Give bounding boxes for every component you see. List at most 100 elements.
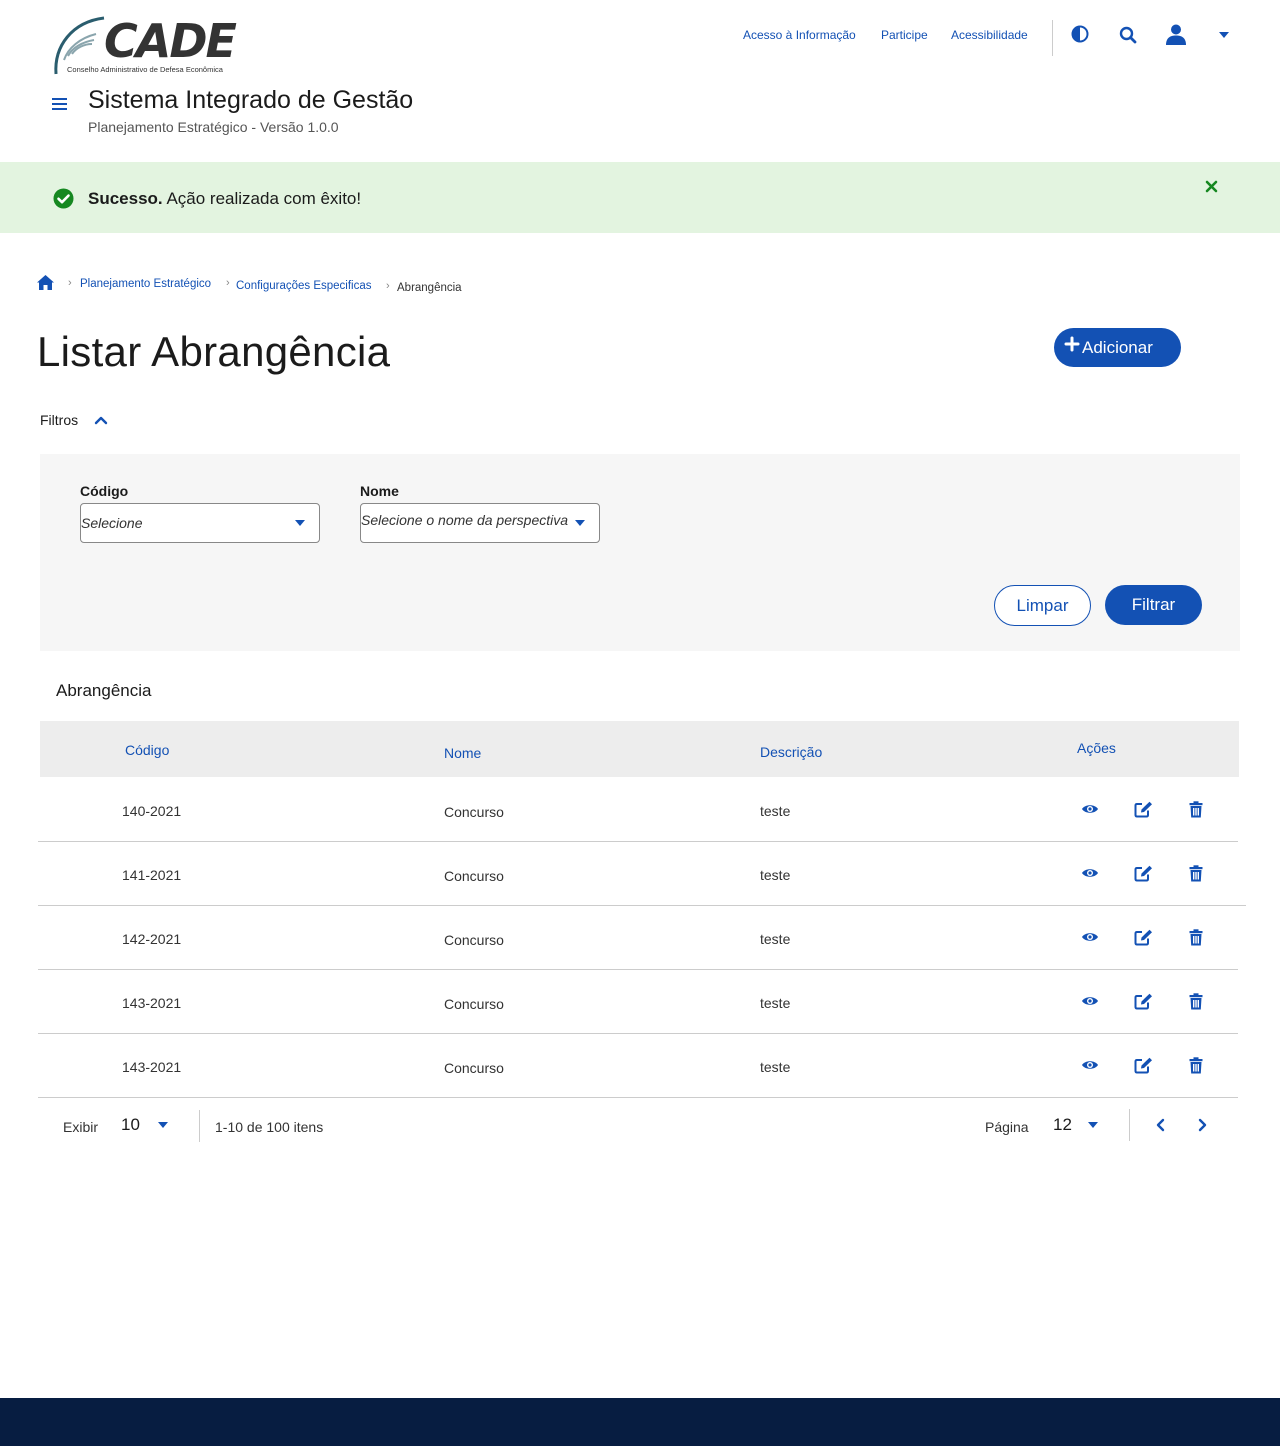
page-size-select[interactable]: 10 [121, 1115, 168, 1135]
trash-icon[interactable] [1185, 862, 1207, 884]
cell-codigo: 140-2021 [122, 803, 182, 819]
cell-codigo: 143-2021 [122, 995, 182, 1011]
app-subtitle: Planejamento Estratégico - Versão 1.0.0 [88, 119, 339, 135]
trash-icon[interactable] [1185, 926, 1207, 948]
chevron-right-icon: › [68, 277, 72, 289]
table-row: 143-2021 Concurso teste [38, 1034, 1238, 1098]
alert-strong: Sucesso. [88, 189, 163, 208]
view-icon[interactable] [1079, 1054, 1101, 1076]
cell-codigo: 141-2021 [122, 867, 182, 883]
view-icon[interactable] [1079, 990, 1101, 1012]
edit-icon[interactable] [1132, 990, 1154, 1012]
table-row: 140-2021 Concurso teste [38, 778, 1238, 842]
edit-icon[interactable] [1132, 862, 1154, 884]
plus-icon [1064, 336, 1080, 352]
page-size-value: 10 [121, 1115, 140, 1134]
trash-icon[interactable] [1185, 798, 1207, 820]
user-icon[interactable] [1164, 22, 1188, 46]
breadcrumb-item-configuracoes[interactable]: Configurações Especificas [236, 280, 372, 292]
breadcrumb-current: Abrangência [397, 282, 462, 294]
items-range-text: 1-10 de 100 itens [215, 1119, 324, 1135]
add-button[interactable]: Adicionar [1054, 328, 1181, 367]
footer [0, 1398, 1280, 1446]
nome-select-value: Selecione o nome da perspectiva [361, 512, 569, 528]
cell-nome: Concurso [444, 868, 504, 884]
codigo-label: Código [80, 483, 129, 499]
link-acesso-informacao[interactable]: Acesso à Informação [743, 28, 856, 42]
chevron-right-icon: › [226, 277, 230, 289]
alert-message: Sucesso. Ação realizada com êxito! [88, 189, 361, 209]
clear-button[interactable]: Limpar [994, 585, 1091, 626]
chevron-up-icon [94, 416, 108, 425]
add-button-label: Adicionar [1082, 337, 1153, 357]
chevron-down-icon [157, 1122, 168, 1128]
nome-select[interactable]: Selecione o nome da perspectiva [360, 503, 600, 543]
table-title: Abrangência [56, 681, 152, 700]
link-participe[interactable]: Participe [881, 28, 928, 42]
app-title: Sistema Integrado de Gestão [88, 86, 414, 114]
column-header-descricao[interactable]: Descrição [760, 744, 822, 760]
table-row: 142-2021 Concurso teste [38, 906, 1238, 970]
cell-codigo: 142-2021 [122, 931, 182, 947]
cade-logo[interactable]: CADE Conselho Administrativo de Defesa E… [52, 14, 252, 78]
edit-icon[interactable] [1132, 926, 1154, 948]
chevron-left-icon[interactable] [1155, 1118, 1169, 1132]
column-header-acoes: Ações [1077, 740, 1116, 756]
trash-icon[interactable] [1185, 990, 1207, 1012]
page-label: Página [985, 1119, 1029, 1135]
page-number-value: 12 [1053, 1115, 1072, 1134]
cell-descricao: teste [760, 995, 791, 1011]
codigo-select[interactable]: Selecione [80, 503, 320, 543]
logo-wordmark: CADE [104, 14, 237, 68]
chevron-down-icon [1087, 1122, 1098, 1128]
table-row: 143-2021 Concurso teste [38, 970, 1238, 1034]
logo-subtitle: Conselho Administrativo de Defesa Econôm… [67, 65, 223, 74]
page-select[interactable]: 12 [1053, 1115, 1098, 1135]
header-divider [1052, 20, 1053, 56]
page-title: Listar Abrangência [37, 328, 391, 375]
chevron-down-icon [295, 520, 305, 526]
filters-toggle[interactable]: Filtros [40, 412, 108, 428]
filters-toggle-label: Filtros [40, 412, 79, 428]
chevron-right-icon[interactable] [1196, 1118, 1210, 1132]
page-size-label: Exibir [63, 1119, 99, 1135]
contrast-icon[interactable] [1068, 22, 1092, 46]
codigo-select-value: Selecione [81, 515, 143, 531]
cell-nome: Concurso [444, 932, 504, 948]
view-icon[interactable] [1079, 798, 1101, 820]
chevron-right-icon: › [386, 280, 390, 292]
edit-icon[interactable] [1132, 1054, 1154, 1076]
cell-codigo: 143-2021 [122, 1059, 182, 1075]
cell-descricao: teste [760, 1059, 791, 1075]
close-icon[interactable] [1205, 180, 1219, 194]
cell-descricao: teste [760, 803, 791, 819]
column-header-nome[interactable]: Nome [444, 745, 481, 761]
cell-descricao: teste [760, 867, 791, 883]
pagination-divider [199, 1110, 200, 1142]
search-icon[interactable] [1116, 23, 1140, 47]
user-menu-chevron-icon[interactable] [1212, 23, 1236, 47]
pagination-divider [1129, 1109, 1130, 1141]
column-header-codigo[interactable]: Código [125, 742, 169, 758]
view-icon[interactable] [1079, 926, 1101, 948]
view-icon[interactable] [1079, 862, 1101, 884]
breadcrumb-item-planejamento[interactable]: Planejamento Estratégico [80, 278, 211, 290]
home-icon[interactable] [36, 274, 55, 292]
filter-button[interactable]: Filtrar [1105, 585, 1202, 625]
success-alert: Sucesso. Ação realizada com êxito! [0, 162, 1280, 233]
table-header: Código Nome Descrição Ações [40, 721, 1239, 777]
trash-icon[interactable] [1185, 1054, 1207, 1076]
chevron-down-icon [575, 520, 585, 526]
cell-nome: Concurso [444, 1060, 504, 1076]
menu-hamburger-icon[interactable] [48, 92, 72, 116]
edit-icon[interactable] [1132, 798, 1154, 820]
check-circle-icon [53, 188, 74, 209]
nome-label: Nome [360, 483, 399, 499]
header: CADE Conselho Administrativo de Defesa E… [0, 0, 1280, 162]
cell-nome: Concurso [444, 996, 504, 1012]
cell-descricao: teste [760, 931, 791, 947]
table-row: 141-2021 Concurso teste [38, 842, 1246, 906]
link-acessibilidade[interactable]: Acessibilidade [951, 28, 1028, 42]
cell-nome: Concurso [444, 804, 504, 820]
alert-text: Ação realizada com êxito! [162, 189, 362, 208]
